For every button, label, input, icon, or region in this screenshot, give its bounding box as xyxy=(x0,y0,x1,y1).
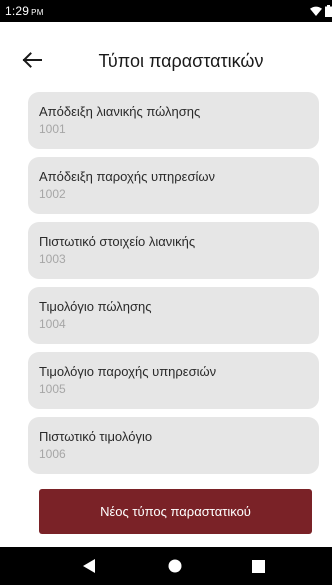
document-type-item[interactable]: Πιστωτικό στοιχείο λιανικής 1003 xyxy=(28,222,319,279)
wifi-icon xyxy=(310,6,322,16)
document-type-item[interactable]: Πιστωτικό τιμολόγιο 1006 xyxy=(28,417,319,474)
document-type-item[interactable]: Τιμολόγιο παροχής υπηρεσιών 1005 xyxy=(28,352,319,409)
document-type-item[interactable]: Απόδειξη παροχής υπηρεσίων 1002 xyxy=(28,157,319,214)
nav-home-button[interactable] xyxy=(153,547,197,585)
document-type-code: 1004 xyxy=(39,317,66,331)
document-type-name: Πιστωτικό στοιχείο λιανικής xyxy=(39,234,196,249)
arrow-left-icon xyxy=(22,52,42,68)
document-type-name: Τιμολόγιο παροχής υπηρεσιών xyxy=(39,364,217,379)
page-title: Τύποι παραστατικών xyxy=(98,51,264,71)
status-time-ampm: PM xyxy=(31,8,44,17)
system-navigation-bar xyxy=(0,547,332,585)
document-type-code: 1006 xyxy=(39,447,66,461)
status-time-value: 1:29 xyxy=(5,4,30,18)
document-type-item[interactable]: Απόδειξη λιανικής πώλησης 1001 xyxy=(28,92,319,149)
document-type-name: Πιστωτικό τιμολόγιο xyxy=(39,429,153,444)
document-type-code: 1003 xyxy=(39,252,66,266)
document-type-name: Απόδειξη παροχής υπηρεσίων xyxy=(39,169,216,184)
document-type-list: Απόδειξη λιανικής πώλησης 1001 Απόδειξη … xyxy=(28,92,319,482)
document-type-name: Απόδειξη λιανικής πώλησης xyxy=(39,104,201,119)
document-type-name: Τιμολόγιο πώλησης xyxy=(39,299,152,314)
document-type-code: 1001 xyxy=(39,122,66,136)
status-bar: 1:29 PM xyxy=(0,0,332,22)
app-bar: Τύποι παραστατικών xyxy=(0,22,332,100)
nav-recents-button[interactable] xyxy=(236,547,280,585)
status-time: 1:29 PM xyxy=(5,4,44,20)
nav-back-button[interactable] xyxy=(67,547,111,585)
square-recents-icon xyxy=(251,559,265,573)
document-type-code: 1005 xyxy=(39,382,66,396)
battery-icon xyxy=(325,5,332,17)
back-button[interactable] xyxy=(18,46,46,74)
circle-home-icon xyxy=(168,559,182,573)
document-type-code: 1002 xyxy=(39,187,66,201)
document-type-item[interactable]: Τιμολόγιο πώλησης 1004 xyxy=(28,287,319,344)
new-document-type-button[interactable]: Νέος τύπος παραστατικού xyxy=(39,489,312,534)
triangle-back-icon xyxy=(83,559,95,573)
status-icons xyxy=(310,5,332,17)
